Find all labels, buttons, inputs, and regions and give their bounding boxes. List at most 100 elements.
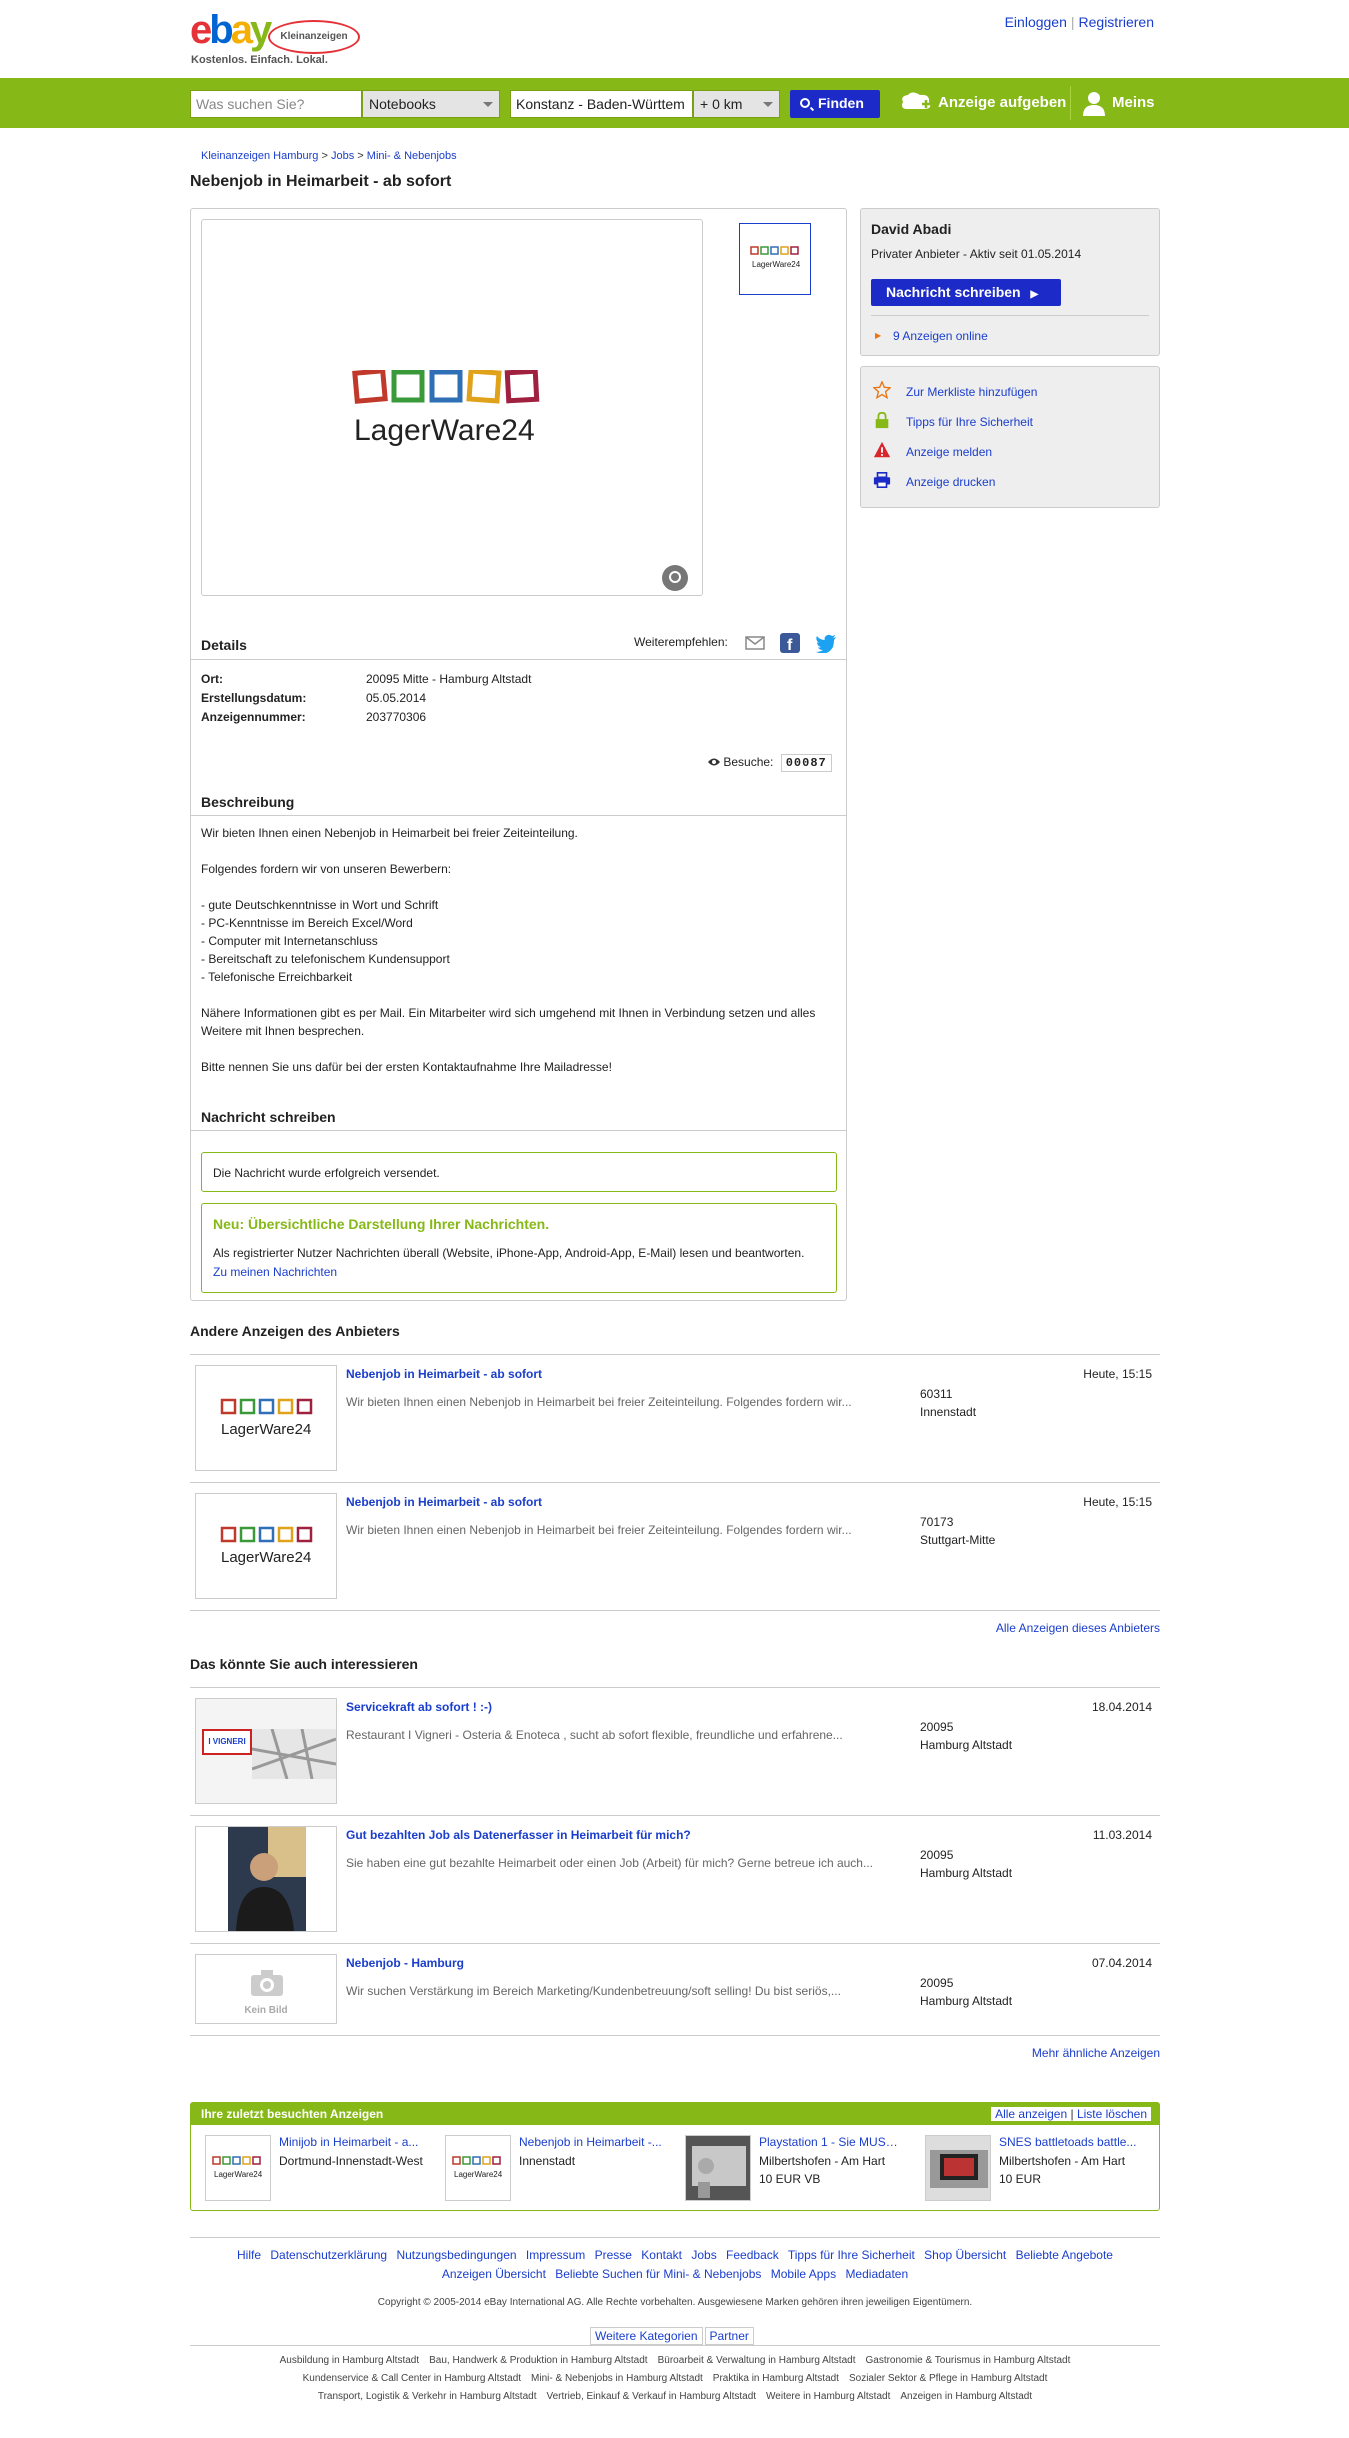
find-button[interactable]: Finden: [790, 90, 880, 118]
search-input[interactable]: Was suchen Sie?: [190, 90, 362, 118]
list-item[interactable]: I VIGNERI Servicekraft ab sofort ! :-) R…: [190, 1687, 1160, 1815]
facebook-share-icon[interactable]: f: [780, 633, 800, 653]
recent-location: Milbertshofen - Am Hart: [999, 2154, 1126, 2168]
seo-link[interactable]: Sozialer Sektor & Pflege in Hamburg Alts…: [849, 2373, 1047, 2384]
recent-image[interactable]: [685, 2135, 751, 2201]
report-ad-link[interactable]: Anzeige melden: [906, 445, 992, 459]
all-seller-ads-link[interactable]: Alle Anzeigen dieses Anbieters: [996, 1621, 1160, 1635]
print-ad-link[interactable]: Anzeige drucken: [906, 475, 995, 489]
ebay-logo[interactable]: ebay Kleinanzeigen Kostenlos. Einfach. L…: [190, 8, 410, 70]
footer-link[interactable]: Hilfe: [237, 2248, 261, 2262]
breadcrumb-jobs[interactable]: Jobs: [331, 150, 354, 162]
email-share-icon[interactable]: [745, 635, 765, 651]
seo-link[interactable]: Praktika in Hamburg Altstadt: [713, 2373, 839, 2384]
svg-text:LagerWare24: LagerWare24: [221, 1549, 311, 1566]
radius-select[interactable]: + 0 km: [693, 90, 780, 118]
breadcrumb-minijobs[interactable]: Mini- & Nebenjobs: [367, 150, 457, 162]
seller-ads-link[interactable]: 9 Anzeigen online: [893, 329, 988, 343]
footer-link[interactable]: Presse: [595, 2248, 632, 2262]
footer-link[interactable]: Shop Übersicht: [924, 2248, 1006, 2262]
ad-main-image[interactable]: LagerWare24: [201, 219, 703, 596]
desc-line: - Telefonische Erreichbarkeit: [201, 970, 353, 984]
tab-categories[interactable]: Weitere Kategorien: [590, 2327, 703, 2345]
other-ads-heading: Andere Anzeigen des Anbieters: [190, 1323, 400, 1339]
seo-link[interactable]: Bau, Handwerk & Produktion in Hamburg Al…: [429, 2355, 647, 2366]
recent-item[interactable]: SNES battletoads battle... Milbertshofen…: [917, 2135, 1147, 2203]
listing-title[interactable]: Nebenjob - Hamburg: [346, 1956, 464, 1970]
footer-link[interactable]: Kontakt: [641, 2248, 682, 2262]
listing-title[interactable]: Nebenjob in Heimarbeit - ab sofort: [346, 1367, 542, 1381]
footer-link[interactable]: Mobile Apps: [771, 2267, 836, 2281]
recent-item[interactable]: LagerWare24 Minijob in Heimarbeit - a...…: [197, 2135, 427, 2203]
seo-link[interactable]: Gastronomie & Tourismus in Hamburg Altst…: [865, 2355, 1070, 2366]
recent-image[interactable]: LagerWare24: [445, 2135, 511, 2201]
divider: [1070, 86, 1071, 120]
show-all-link[interactable]: Alle anzeigen: [995, 2107, 1067, 2121]
listing-image[interactable]: Kein Bild: [195, 1954, 337, 2024]
recent-title[interactable]: SNES battletoads battle...: [999, 2135, 1144, 2149]
ad-thumbnail[interactable]: LagerWare24: [739, 223, 811, 295]
recent-location: Dortmund-Innenstadt-West: [279, 2154, 423, 2168]
safety-tips-link[interactable]: Tipps für Ihre Sicherheit: [906, 415, 1033, 429]
listing-title[interactable]: Gut bezahlten Job als Datenerfasser in H…: [346, 1828, 691, 1842]
my-messages-link[interactable]: Zu meinen Nachrichten: [213, 1265, 825, 1279]
listing-title[interactable]: Servicekraft ab sofort ! :-): [346, 1700, 492, 1714]
seo-link[interactable]: Kundenservice & Call Center in Hamburg A…: [303, 2373, 521, 2384]
listing-image[interactable]: LagerWare24: [195, 1365, 337, 1471]
recent-item[interactable]: Playstation 1 - Sie MUSS ... Milbertshof…: [677, 2135, 907, 2203]
post-ad-link[interactable]: Anzeige aufgeben: [938, 94, 1066, 111]
footer-link[interactable]: Mediadaten: [845, 2267, 908, 2281]
tab-partner[interactable]: Partner: [704, 2327, 754, 2345]
register-link[interactable]: Registrieren: [1079, 14, 1154, 30]
breadcrumb-hamburg[interactable]: Kleinanzeigen Hamburg: [201, 150, 318, 162]
clear-list-link[interactable]: Liste löschen: [1077, 2107, 1147, 2121]
detail-row-location: Ort: 20095 Mitte - Hamburg Altstadt: [201, 672, 531, 686]
lagerware-logo-image: LagerWare24: [220, 1398, 313, 1438]
write-message-button[interactable]: Nachricht schreiben ▶: [871, 279, 1061, 306]
add-to-watchlist-link[interactable]: Zur Merkliste hinzufügen: [906, 385, 1037, 399]
list-item[interactable]: LagerWare24 Nebenjob in Heimarbeit - ab …: [190, 1482, 1160, 1610]
lagerware-logo-image: LagerWare24: [220, 1526, 313, 1566]
category-select[interactable]: Notebooks: [362, 90, 500, 118]
seo-link[interactable]: Transport, Logistik & Verkehr in Hamburg…: [318, 2391, 537, 2402]
recent-item[interactable]: LagerWare24 Nebenjob in Heimarbeit -... …: [437, 2135, 667, 2203]
zoom-icon[interactable]: [662, 565, 688, 591]
recent-title[interactable]: Minijob in Heimarbeit - a...: [279, 2135, 424, 2149]
seo-link[interactable]: Ausbildung in Hamburg Altstadt: [280, 2355, 420, 2366]
footer-link[interactable]: Datenschutzerklärung: [270, 2248, 387, 2262]
listing-image[interactable]: I VIGNERI: [195, 1698, 337, 1804]
list-item[interactable]: Gut bezahlten Job als Datenerfasser in H…: [190, 1815, 1160, 1943]
more-similar-link[interactable]: Mehr ähnliche Anzeigen: [1032, 2046, 1160, 2060]
footer-link[interactable]: Nutzungsbedingungen: [396, 2248, 516, 2262]
listing-image[interactable]: LagerWare24: [195, 1493, 337, 1599]
desc-line: - Bereitschaft zu telefonischem Kundensu…: [201, 952, 450, 966]
twitter-share-icon[interactable]: [815, 633, 837, 653]
listing-image[interactable]: [195, 1826, 337, 1932]
recent-image[interactable]: [925, 2135, 991, 2201]
login-link[interactable]: Einloggen: [1005, 14, 1067, 30]
seo-link[interactable]: Weitere in Hamburg Altstadt: [766, 2391, 890, 2402]
footer-link[interactable]: Jobs: [691, 2248, 716, 2262]
seo-link[interactable]: Büroarbeit & Verwaltung in Hamburg Altst…: [658, 2355, 856, 2366]
footer-link[interactable]: Feedback: [726, 2248, 779, 2262]
seo-link[interactable]: Mini- & Nebenjobs in Hamburg Altstadt: [531, 2373, 703, 2384]
list-item[interactable]: Kein Bild Nebenjob - Hamburg Wir suchen …: [190, 1943, 1160, 2035]
account-links: Einloggen | Registrieren: [1004, 14, 1154, 30]
footer-link[interactable]: Impressum: [526, 2248, 585, 2262]
recent-image[interactable]: LagerWare24: [205, 2135, 271, 2201]
footer-link[interactable]: Tipps für Ihre Sicherheit: [788, 2248, 915, 2262]
recent-title[interactable]: Playstation 1 - Sie MUSS ...: [759, 2135, 904, 2149]
footer-link[interactable]: Beliebte Angebote: [1016, 2248, 1113, 2262]
footer-link[interactable]: Beliebte Suchen für Mini- & Nebenjobs: [555, 2267, 761, 2281]
seo-link[interactable]: Anzeigen in Hamburg Altstadt: [900, 2391, 1032, 2402]
footer-link[interactable]: Anzeigen Übersicht: [442, 2267, 546, 2281]
listing-desc: Wir suchen Verstärkung im Bereich Market…: [346, 1984, 841, 1998]
recent-title[interactable]: Nebenjob in Heimarbeit -...: [519, 2135, 664, 2149]
mine-link[interactable]: Meins: [1112, 94, 1155, 111]
list-item[interactable]: LagerWare24 Nebenjob in Heimarbeit - ab …: [190, 1354, 1160, 1482]
message-heading: Nachricht schreiben: [201, 1109, 336, 1125]
recently-viewed-actions: Alle anzeigen | Liste löschen: [991, 2107, 1151, 2121]
listing-title[interactable]: Nebenjob in Heimarbeit - ab sofort: [346, 1495, 542, 1509]
seo-link[interactable]: Vertrieb, Einkauf & Verkauf in Hamburg A…: [546, 2391, 756, 2402]
location-input[interactable]: Konstanz - Baden-Württem: [510, 90, 693, 118]
